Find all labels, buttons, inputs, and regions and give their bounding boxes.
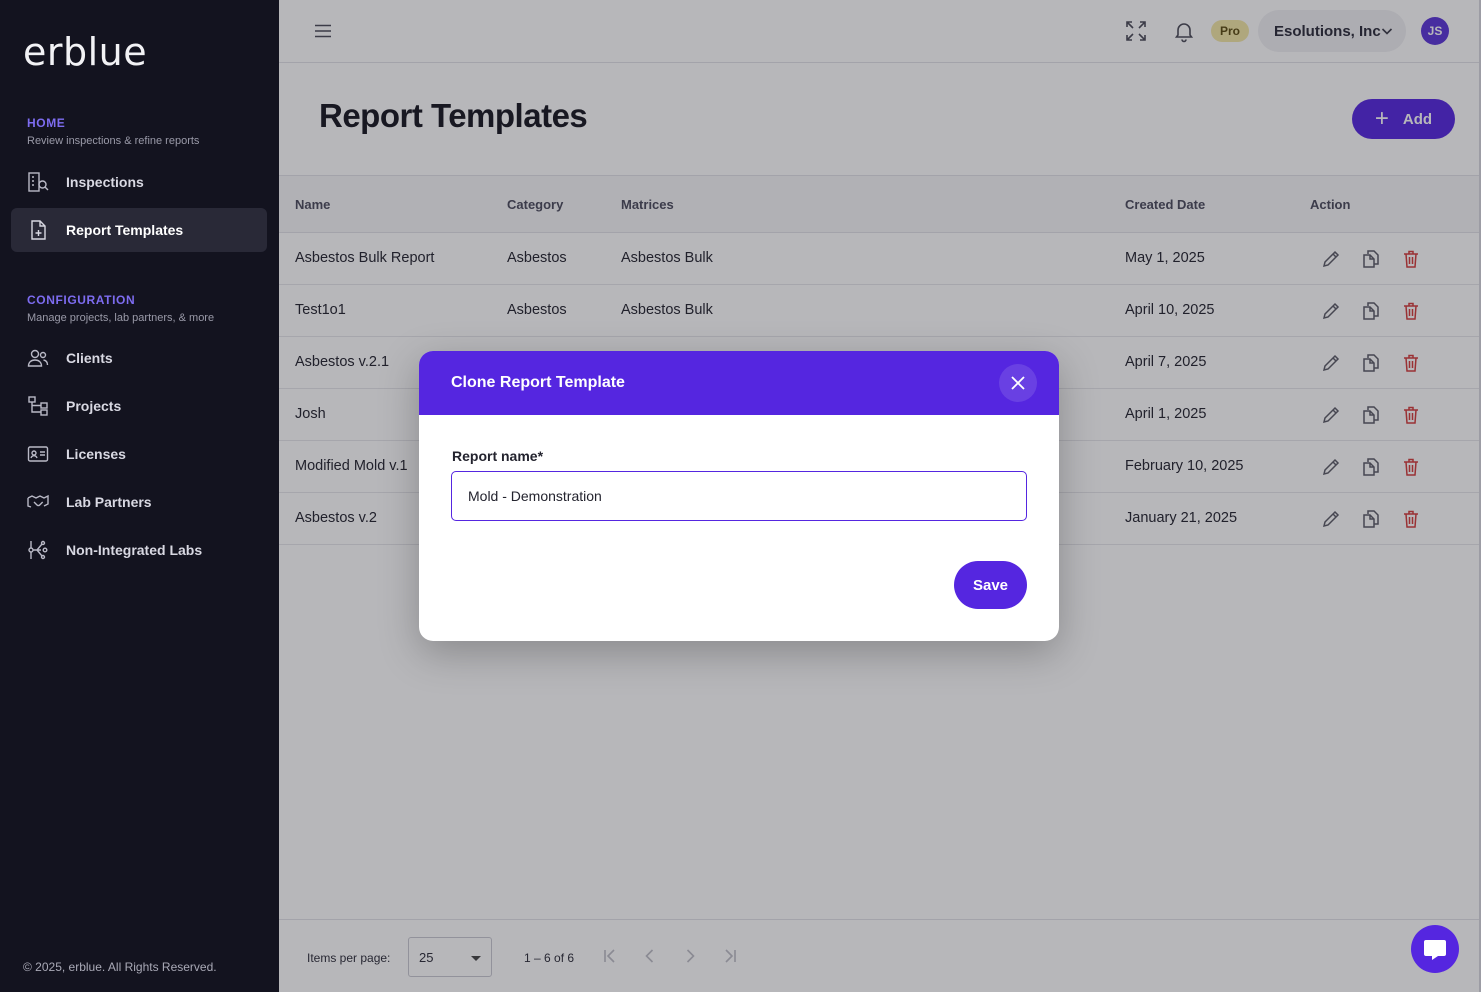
chat-button[interactable] bbox=[1411, 925, 1459, 973]
sidebar-item-label: Report Templates bbox=[66, 222, 184, 238]
section-title-home: HOME bbox=[27, 116, 66, 130]
sidebar-item-projects[interactable]: Projects bbox=[11, 384, 267, 428]
sidebar-item-label: Projects bbox=[66, 398, 122, 414]
sidebar-item-lab-partners[interactable]: Lab Partners bbox=[11, 480, 267, 524]
section-subtitle-home: Review inspections & refine reports bbox=[27, 135, 200, 147]
sidebar-item-label: Non-Integrated Labs bbox=[66, 542, 203, 558]
dialog-title: Clone Report Template bbox=[451, 374, 625, 391]
branch-icon bbox=[28, 540, 48, 560]
section-subtitle-configuration: Manage projects, lab partners, & more bbox=[27, 312, 215, 324]
clone-template-dialog: Clone Report Template Report name* Save bbox=[419, 351, 1059, 641]
dialog-header: Clone Report Template bbox=[419, 351, 1059, 415]
sidebar-item-label: Clients bbox=[66, 350, 113, 366]
copyright-text: © 2025, erblue. All Rights Reserved. bbox=[23, 960, 217, 974]
sidebar-item-label: Lab Partners bbox=[66, 494, 152, 510]
close-icon bbox=[1011, 376, 1025, 390]
sidebar-item-inspections[interactable]: Inspections bbox=[11, 160, 267, 204]
users-icon bbox=[27, 349, 49, 367]
document-add-icon bbox=[31, 220, 46, 240]
close-button[interactable] bbox=[999, 364, 1037, 402]
hierarchy-icon bbox=[28, 396, 48, 416]
sidebar-item-clients[interactable]: Clients bbox=[11, 336, 267, 380]
sidebar-item-label: Licenses bbox=[66, 446, 126, 462]
chat-icon bbox=[1424, 940, 1446, 960]
section-title-configuration: CONFIGURATION bbox=[27, 293, 136, 307]
id-card-icon bbox=[27, 446, 49, 462]
sidebar: erblue HOME Review inspections & refine … bbox=[0, 0, 279, 992]
building-search-icon bbox=[28, 172, 49, 192]
sidebar-item-non-integrated-labs[interactable]: Non-Integrated Labs bbox=[11, 528, 267, 572]
handshake-icon bbox=[27, 494, 49, 508]
report-name-label: Report name* bbox=[452, 448, 544, 464]
report-name-input[interactable] bbox=[451, 471, 1027, 521]
sidebar-item-label: Inspections bbox=[66, 174, 144, 190]
sidebar-item-report-templates[interactable]: Report Templates bbox=[11, 208, 267, 252]
save-button[interactable]: Save bbox=[954, 561, 1027, 609]
sidebar-item-licenses[interactable]: Licenses bbox=[11, 432, 267, 476]
brand-logo[interactable]: erblue bbox=[23, 30, 147, 74]
